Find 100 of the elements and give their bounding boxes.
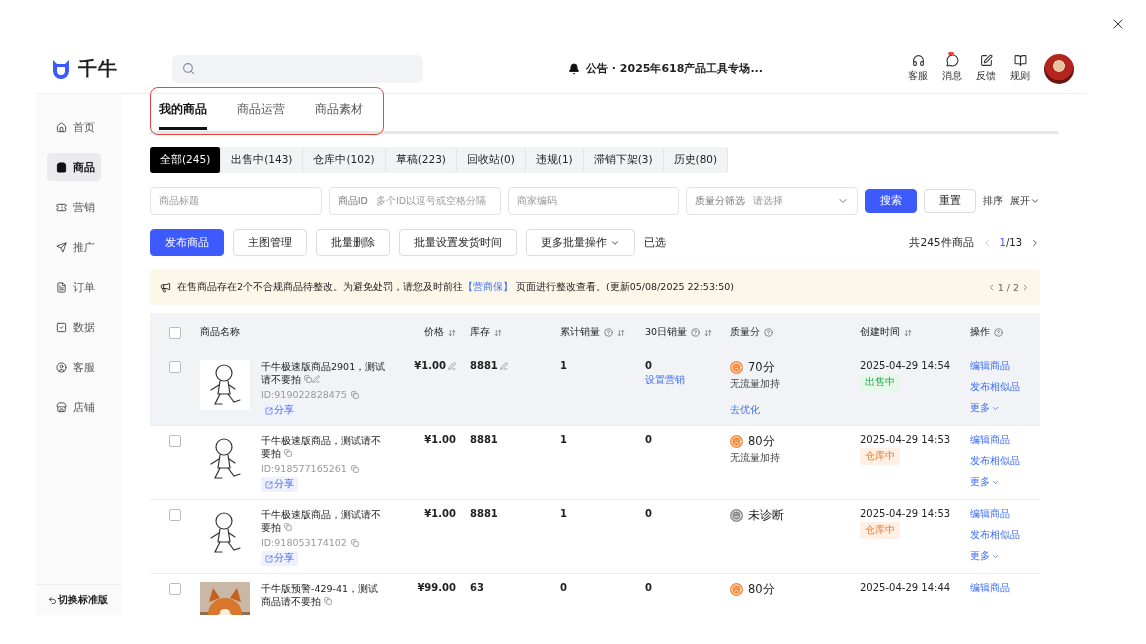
column-header[interactable]: 30日销量 xyxy=(645,326,713,339)
action-button[interactable]: 发布商品 xyxy=(150,229,224,256)
more-link[interactable]: 更多 xyxy=(970,402,1000,415)
column-header[interactable]: 价格 xyxy=(424,326,456,339)
search-field[interactable] xyxy=(172,54,423,83)
row-action-link[interactable]: 发布相似品 xyxy=(970,529,1020,542)
more-link[interactable]: 更多 xyxy=(970,476,1000,489)
status-tab[interactable]: 回收站(0) xyxy=(456,147,526,173)
search-icon xyxy=(182,62,195,75)
sidebar-item[interactable]: 商品 xyxy=(47,153,101,181)
copy-icon[interactable] xyxy=(304,375,313,383)
sidebar-item[interactable]: 数据 xyxy=(47,313,101,341)
toolbar-button[interactable]: 客服 xyxy=(908,54,928,83)
action-button[interactable]: 主图管理 xyxy=(233,229,307,256)
announcement[interactable]: 公告 · 2025年618产品工具专场... xyxy=(586,61,763,76)
column-header[interactable]: 库存 xyxy=(470,326,502,339)
tab[interactable]: 我的商品 xyxy=(159,100,207,130)
status-tab[interactable]: 仓库中(102) xyxy=(303,147,386,173)
status-tab[interactable]: 草稿(223) xyxy=(385,147,457,173)
search-button[interactable]: 搜索 xyxy=(865,189,917,213)
tab[interactable]: 商品素材 xyxy=(315,100,363,130)
row-action-link[interactable]: 编辑商品 xyxy=(970,360,1010,373)
column-header[interactable]: 质量分 xyxy=(730,326,773,339)
reset-button[interactable]: 重置 xyxy=(924,189,976,213)
notice-link[interactable]: 【营商保】 xyxy=(463,280,514,292)
product-id: ID:919022828475 xyxy=(261,389,359,400)
copy-icon[interactable] xyxy=(350,538,359,547)
sidebar-item[interactable]: 店铺 xyxy=(47,393,101,421)
next-icon[interactable] xyxy=(1021,282,1030,292)
sort-icon[interactable] xyxy=(448,328,456,337)
chevron-down-icon xyxy=(991,478,1000,487)
sidebar-item[interactable]: 营销 xyxy=(47,193,101,221)
status-tag: 仓库中 xyxy=(860,522,900,539)
copy-icon[interactable] xyxy=(324,597,333,605)
row-action-link[interactable]: 编辑商品 xyxy=(970,508,1010,521)
row-action-link[interactable]: 编辑商品 xyxy=(970,434,1010,447)
row-checkbox[interactable] xyxy=(169,435,181,447)
row-checkbox[interactable] xyxy=(169,361,181,373)
sort-icon[interactable] xyxy=(704,328,713,337)
copy-icon[interactable] xyxy=(284,449,293,457)
share-button[interactable]: 分享 xyxy=(261,551,298,566)
share-button[interactable]: 分享 xyxy=(261,403,298,418)
sort-button[interactable]: 排序 xyxy=(983,194,1003,208)
tab[interactable]: 商品运营 xyxy=(237,100,285,130)
checkbox-icon xyxy=(56,321,67,333)
column-header[interactable]: 累计销量 xyxy=(560,326,625,339)
help-icon[interactable] xyxy=(764,328,773,337)
status-tab[interactable]: 出售中(143) xyxy=(221,147,304,173)
row-action-link[interactable]: 编辑商品 xyxy=(970,582,1010,595)
status-tab[interactable]: 滞销下架(3) xyxy=(583,147,664,173)
toolbar-button[interactable]: 消息 xyxy=(942,54,962,83)
copy-icon[interactable] xyxy=(350,464,359,473)
sort-icon[interactable] xyxy=(617,328,625,337)
status-tab[interactable]: 违规(1) xyxy=(525,147,584,173)
status-tag: 仓库中 xyxy=(860,448,900,465)
input-field[interactable]: 商品ID 多个ID以逗号或空格分隔 xyxy=(328,187,501,215)
next-page-icon[interactable] xyxy=(1030,237,1040,248)
price: ¥1.00 xyxy=(414,360,456,371)
bell-icon xyxy=(568,62,580,75)
sidebar-item[interactable]: 推广 xyxy=(47,233,101,261)
help-icon[interactable] xyxy=(691,328,701,337)
copy-icon[interactable] xyxy=(284,523,293,531)
select-all-checkbox[interactable] xyxy=(169,327,181,339)
toolbar-button[interactable]: 反馈 xyxy=(976,54,996,83)
help-icon[interactable] xyxy=(604,328,613,337)
product-title: 千牛极速版商品，测试请不要拍 xyxy=(261,508,382,534)
column-header[interactable]: 商品名称 xyxy=(200,326,240,339)
column-header[interactable]: 创建时间 xyxy=(860,326,912,339)
optimize-link[interactable]: 去优化 xyxy=(730,404,760,417)
row-checkbox[interactable] xyxy=(169,509,181,521)
select-field[interactable]: 质量分筛选 请选择 xyxy=(686,187,858,215)
send-icon xyxy=(56,241,67,253)
more-link[interactable]: 更多 xyxy=(970,550,1000,563)
row-checkbox[interactable] xyxy=(169,583,181,595)
sidebar-item[interactable]: 客服 xyxy=(47,353,101,381)
pen-icon[interactable] xyxy=(499,361,508,370)
toolbar-button[interactable]: 规则 xyxy=(1010,54,1030,83)
monthly-sales: 0 xyxy=(645,434,652,445)
sidebar-item[interactable]: 首页 xyxy=(47,113,101,141)
avatar[interactable] xyxy=(1044,53,1074,84)
status-tab[interactable]: 全部(245) xyxy=(150,147,222,173)
action-button[interactable]: 批量设置发货时间 xyxy=(399,229,517,256)
marketing-link[interactable]: 设置营销 xyxy=(645,374,685,387)
sidebar-item[interactable]: 订单 xyxy=(47,273,101,301)
share-button[interactable]: 分享 xyxy=(261,477,298,492)
action-button[interactable]: 更多批量操作 xyxy=(526,229,635,256)
created-time: 2025-04-29 14:53 xyxy=(860,434,951,445)
status-tab[interactable]: 历史(80) xyxy=(663,147,729,173)
copy-icon[interactable] xyxy=(350,390,359,399)
action-button[interactable]: 批量删除 xyxy=(316,229,390,256)
sort-icon[interactable] xyxy=(904,328,912,337)
help-icon[interactable] xyxy=(994,328,1003,337)
pen-icon[interactable] xyxy=(312,375,321,383)
row-action-link[interactable]: 发布相似品 xyxy=(970,455,1020,468)
expand-button[interactable]: 展开 xyxy=(1010,194,1040,208)
pen-icon[interactable] xyxy=(448,361,456,370)
switch-version-button[interactable]: 切换标准版 xyxy=(48,593,108,607)
column-header[interactable]: 操作 xyxy=(970,326,1003,339)
sort-icon[interactable] xyxy=(494,328,502,337)
row-action-link[interactable]: 发布相似品 xyxy=(970,381,1020,394)
